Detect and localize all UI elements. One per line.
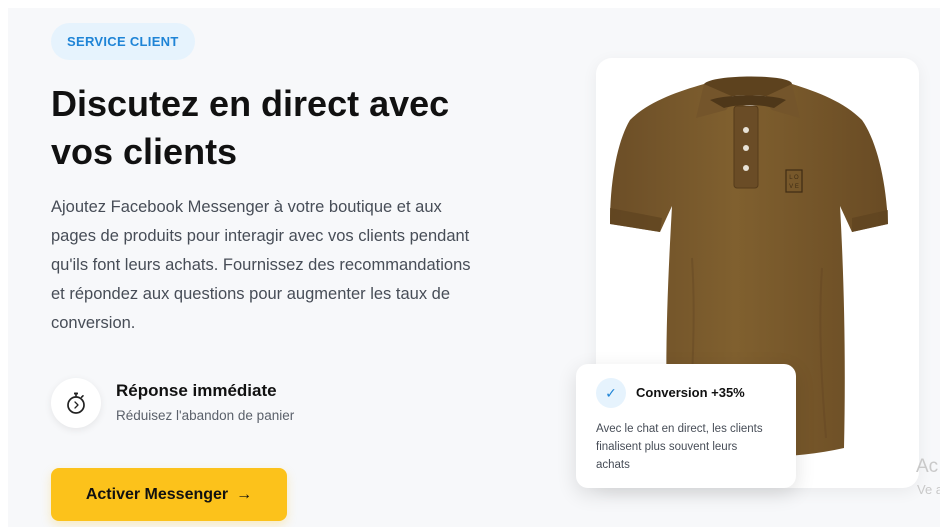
stat-description-line-1: Avec le chat en direct, les clients xyxy=(596,423,763,435)
watermark-line-2: Ve a xyxy=(917,482,940,497)
stat-description: Avec le chat en direct, les clients fina… xyxy=(596,420,786,474)
activate-messenger-button[interactable]: Activer Messenger → xyxy=(51,468,287,521)
conversion-stat-card: ✓ Conversion +35% Avec le chat en direct… xyxy=(576,364,796,488)
description-line-4: et répondez aux questions pour augmenter… xyxy=(51,285,451,303)
activate-messenger-label: Activer Messenger xyxy=(85,485,229,503)
svg-text:L O: L O xyxy=(789,175,799,181)
description-line-2: pages de produits pour interagir avec vo… xyxy=(51,227,470,245)
arrow-right-icon: → xyxy=(236,485,253,503)
svg-text:V E: V E xyxy=(789,184,799,190)
watermark-line-1: Ac xyxy=(916,456,939,477)
description-line-1: Ajoutez Facebook Messenger à votre bouti… xyxy=(51,198,442,216)
page-title-line-2: vos clients xyxy=(51,131,238,172)
page-title: Discutez en direct avec vos clients xyxy=(51,80,531,176)
stopwatch-icon xyxy=(67,392,85,414)
stat-description-line-2: finalisent plus souvent leurs xyxy=(596,441,738,453)
description-line-5: conversion. xyxy=(51,314,136,332)
check-icon: ✓ xyxy=(596,378,626,408)
category-badge: SERVICE CLIENT xyxy=(51,23,195,60)
feature-title: Réponse immédiate xyxy=(116,381,277,400)
feature-subtitle: Réduisez l'abandon de panier xyxy=(116,408,295,423)
stat-title: Conversion +35% xyxy=(636,385,745,400)
description: Ajoutez Facebook Messenger à votre bouti… xyxy=(51,193,501,338)
description-line-3: qu'ils font leurs achats. Fournissez des… xyxy=(51,256,471,274)
stat-description-line-3: achats xyxy=(596,459,630,471)
page-title-line-1: Discutez en direct avec xyxy=(51,83,450,124)
feature-icon-circle xyxy=(51,378,101,428)
